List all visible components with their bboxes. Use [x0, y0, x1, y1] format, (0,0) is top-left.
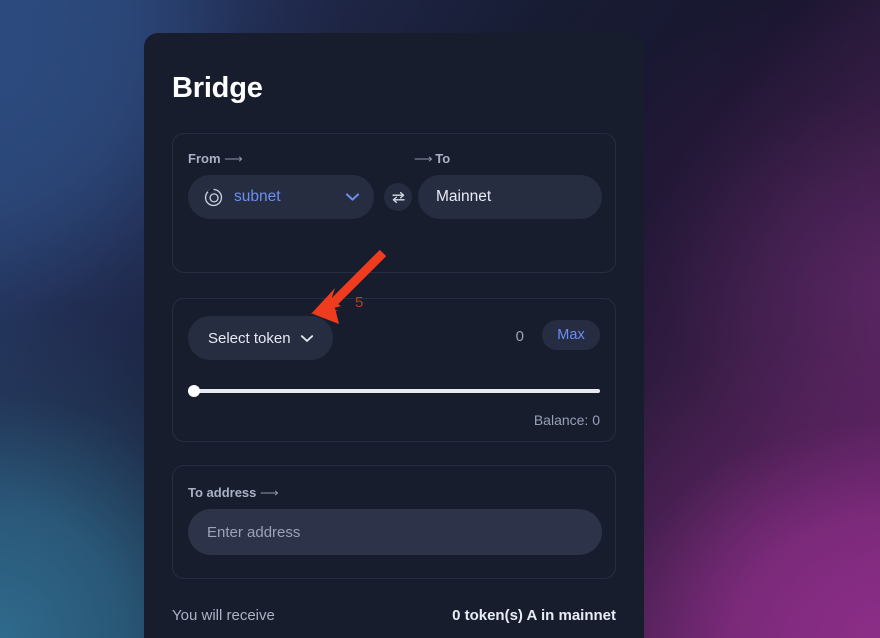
from-network-name: subnet	[234, 188, 281, 205]
swap-networks-button[interactable]	[384, 183, 412, 211]
to-address-arrow-icon: ⟶	[260, 485, 279, 500]
slider-track[interactable]	[188, 389, 600, 393]
from-label: From ⟶	[188, 151, 243, 167]
annotation-step-number: 5	[355, 294, 364, 311]
to-arrow-icon: ⟶	[414, 151, 433, 166]
you-will-receive-row: You will receive 0 token(s) A in mainnet	[172, 607, 616, 629]
to-label-text: To	[435, 151, 451, 166]
to-network-name: Mainnet	[436, 188, 492, 205]
amount-slider[interactable]	[188, 383, 600, 399]
token-amount-panel: Select token 0 Max Balance: 0	[172, 298, 616, 442]
slider-thumb[interactable]	[188, 385, 200, 397]
from-network-selector[interactable]: subnet	[188, 175, 374, 219]
select-token-button[interactable]: Select token	[188, 316, 333, 360]
swap-arrows-icon	[391, 191, 405, 203]
chevron-down-icon	[345, 193, 360, 201]
receive-label: You will receive	[172, 607, 275, 624]
network-row: subnet Mainnet	[188, 175, 602, 219]
network-labels-row: From ⟶ ⟶ To	[173, 151, 615, 169]
to-address-label: To address ⟶	[188, 485, 279, 501]
to-address-input[interactable]	[188, 509, 602, 555]
subnet-logo-icon	[204, 188, 223, 206]
network-selection-panel: From ⟶ ⟶ To subnet Mainnet	[172, 133, 616, 273]
receive-value: 0 token(s) A in mainnet	[452, 607, 616, 624]
amount-value[interactable]: 0	[516, 328, 524, 345]
to-network-field[interactable]: Mainnet	[418, 175, 602, 219]
app-background: Bridge From ⟶ ⟶ To subnet Mainnet Select…	[0, 0, 880, 638]
to-address-panel: To address ⟶	[172, 465, 616, 579]
bridge-card: Bridge From ⟶ ⟶ To subnet Mainnet Select…	[144, 33, 644, 638]
from-arrow-icon: ⟶	[224, 151, 243, 166]
max-button[interactable]: Max	[542, 320, 600, 350]
chevron-down-icon	[300, 334, 313, 342]
to-label: ⟶ To	[414, 151, 450, 167]
select-token-label: Select token	[208, 329, 291, 347]
balance-label: Balance: 0	[533, 412, 600, 428]
page-title: Bridge	[172, 72, 263, 104]
from-label-text: From	[188, 151, 221, 166]
to-address-label-text: To address	[188, 485, 257, 500]
token-row: Select token 0 Max	[188, 316, 600, 360]
